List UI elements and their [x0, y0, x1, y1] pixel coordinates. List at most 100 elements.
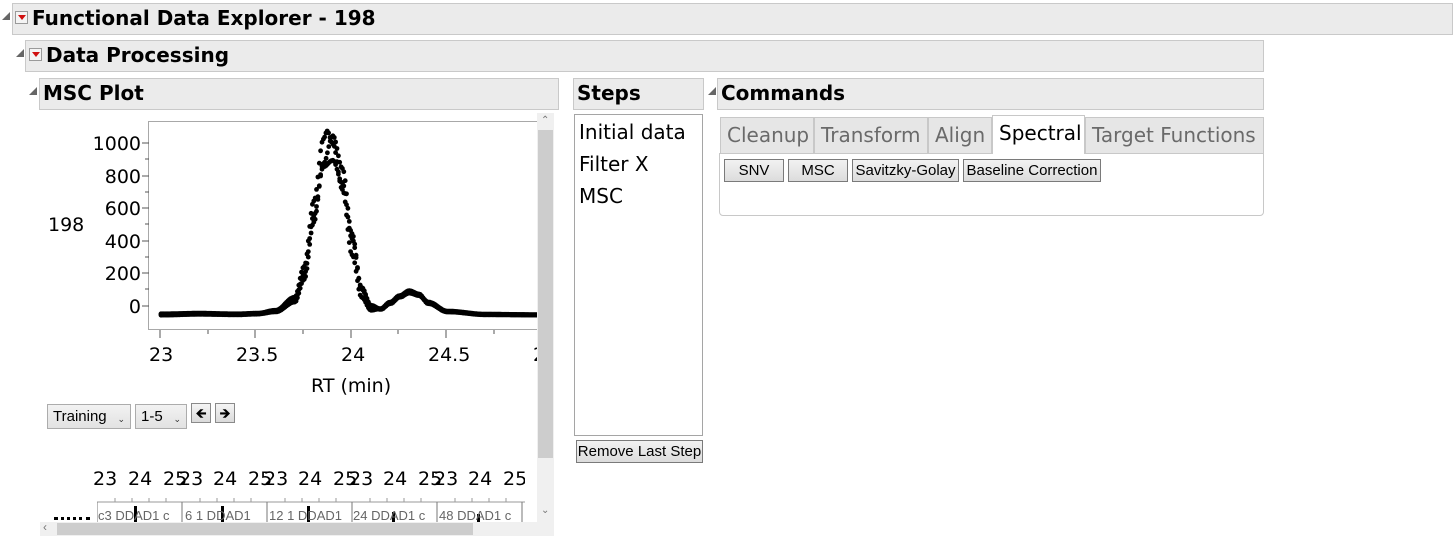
data-point	[322, 134, 327, 140]
step-item[interactable]: MSC	[579, 184, 623, 208]
data-point	[295, 292, 300, 298]
data-point	[323, 155, 329, 161]
data-point	[353, 255, 359, 260]
data-point	[318, 173, 323, 179]
set-select[interactable]: Training ⌄	[47, 404, 131, 429]
mini-tick-label: 23	[264, 468, 289, 490]
steps-list[interactable]: Initial data Filter X MSC	[574, 114, 703, 436]
mini-plot-label: 12 1 DDAD1	[269, 508, 342, 523]
outline-disclosure-icon[interactable]	[2, 12, 10, 20]
data-point	[325, 150, 330, 156]
scroll-down-icon[interactable]: ⌄	[541, 505, 549, 516]
mini-tick-label: 24	[383, 468, 408, 490]
tab-cleanup[interactable]: Cleanup	[720, 117, 814, 154]
msc-horizontal-scrollbar[interactable]: ‹	[40, 520, 554, 536]
mini-tick-label: 24	[298, 468, 323, 490]
data-point	[296, 287, 302, 293]
y-tick-label: 200	[104, 263, 141, 285]
data-point	[337, 159, 343, 165]
data-point	[356, 275, 362, 281]
scroll-up-icon[interactable]: ⌃	[541, 115, 549, 126]
data-point	[305, 249, 311, 254]
data-point	[307, 242, 313, 247]
y-tick-label: 0	[128, 296, 141, 318]
msc-plot-frame[interactable]	[148, 121, 538, 330]
step-item[interactable]: Filter X	[579, 152, 649, 176]
data-point	[307, 236, 313, 241]
data-point	[314, 204, 319, 209]
data-point	[334, 146, 340, 151]
remove-last-step-button[interactable]: Remove Last Step	[576, 440, 703, 463]
previous-button[interactable]: 🡸	[191, 403, 211, 423]
data-point	[312, 210, 318, 216]
baseline-correction-button[interactable]: Baseline Correction	[963, 159, 1101, 182]
mini-plot-strip[interactable]: 23 24 25 23 24 25 23 24 25 23 24 25 23 2…	[93, 466, 525, 524]
y-tick-label: 800	[104, 166, 141, 188]
data-point	[342, 191, 348, 196]
mini-tick-label: 23	[434, 468, 459, 490]
data-point	[326, 130, 331, 136]
mini-tick-label: 23	[349, 468, 374, 490]
data-processing-disclosure-icon[interactable]	[16, 49, 24, 57]
msc-plot-disclosure-icon[interactable]	[29, 87, 37, 95]
mini-tick-label: 23	[179, 468, 204, 490]
mini-tick-label: 24	[128, 468, 153, 490]
scrollbar-thumb[interactable]	[57, 523, 473, 535]
savitzky-golay-button[interactable]: Savitzky-Golay	[852, 159, 959, 182]
data-point	[346, 240, 352, 245]
commands-disclosure-icon[interactable]	[708, 87, 716, 95]
x-tick-label: 24	[341, 344, 366, 366]
tab-align[interactable]: Align	[928, 117, 992, 154]
msc-plot-title: MSC Plot	[43, 81, 144, 105]
y-axis-ticks	[142, 142, 149, 307]
mini-plot-label: 6 1 DDAD1	[185, 508, 251, 523]
x-tick-label: 24.5	[428, 344, 471, 366]
y-tick-label: 600	[104, 198, 141, 220]
data-point	[304, 261, 310, 266]
y-tick-label: 1000	[92, 133, 141, 155]
msc-vertical-scrollbar[interactable]: ⌃ ⌄	[537, 113, 554, 522]
data-point	[308, 230, 314, 236]
next-button[interactable]: 🡺	[215, 403, 235, 423]
data-point	[351, 238, 356, 244]
data-point	[333, 139, 338, 145]
tab-spectral[interactable]: Spectral	[992, 115, 1085, 154]
msc-plot-svg	[158, 128, 537, 318]
x-tick-label: 23.5	[236, 344, 279, 366]
data-point	[336, 153, 341, 159]
data-point	[352, 260, 358, 266]
x-axis-ticks	[159, 330, 495, 338]
data-point	[305, 254, 311, 260]
snv-button[interactable]: SNV	[724, 159, 784, 182]
data-point	[341, 183, 347, 189]
chevron-down-icon: ⌄	[117, 414, 125, 424]
range-select[interactable]: 1-5 ⌄	[135, 404, 187, 429]
data-point	[334, 166, 340, 172]
plot-row-label: 198	[48, 214, 85, 236]
data-point	[318, 148, 323, 154]
data-point	[346, 219, 352, 224]
data-processing-red-triangle-menu-icon[interactable]	[29, 48, 42, 61]
tab-transform[interactable]: Transform	[814, 117, 928, 154]
data-point	[352, 245, 358, 251]
step-item[interactable]: Initial data	[579, 120, 686, 144]
data-point	[316, 183, 322, 189]
data-point	[341, 169, 347, 175]
fde-red-triangle-menu-icon[interactable]	[15, 11, 28, 24]
data-point	[308, 224, 314, 230]
scroll-left-icon[interactable]: ‹	[43, 520, 47, 534]
y-tick-label: 400	[104, 231, 141, 253]
x-tick-label: 23	[149, 344, 174, 366]
x-axis-label: RT (min)	[311, 375, 392, 397]
scrollbar-thumb[interactable]	[538, 130, 553, 458]
data-point	[326, 144, 332, 149]
mini-tick-label: 24	[213, 468, 238, 490]
msc-button[interactable]: MSC	[788, 159, 848, 182]
data-point	[344, 202, 349, 208]
mini-plot-label: c3 DDAD1 c	[98, 508, 170, 523]
data-point	[346, 225, 352, 231]
mini-tick-label: 23	[93, 468, 118, 490]
tab-target-functions[interactable]: Target Functions	[1085, 117, 1264, 154]
data-point	[355, 266, 360, 271]
mini-plot-label: 48 DDAD1 c	[439, 508, 512, 523]
